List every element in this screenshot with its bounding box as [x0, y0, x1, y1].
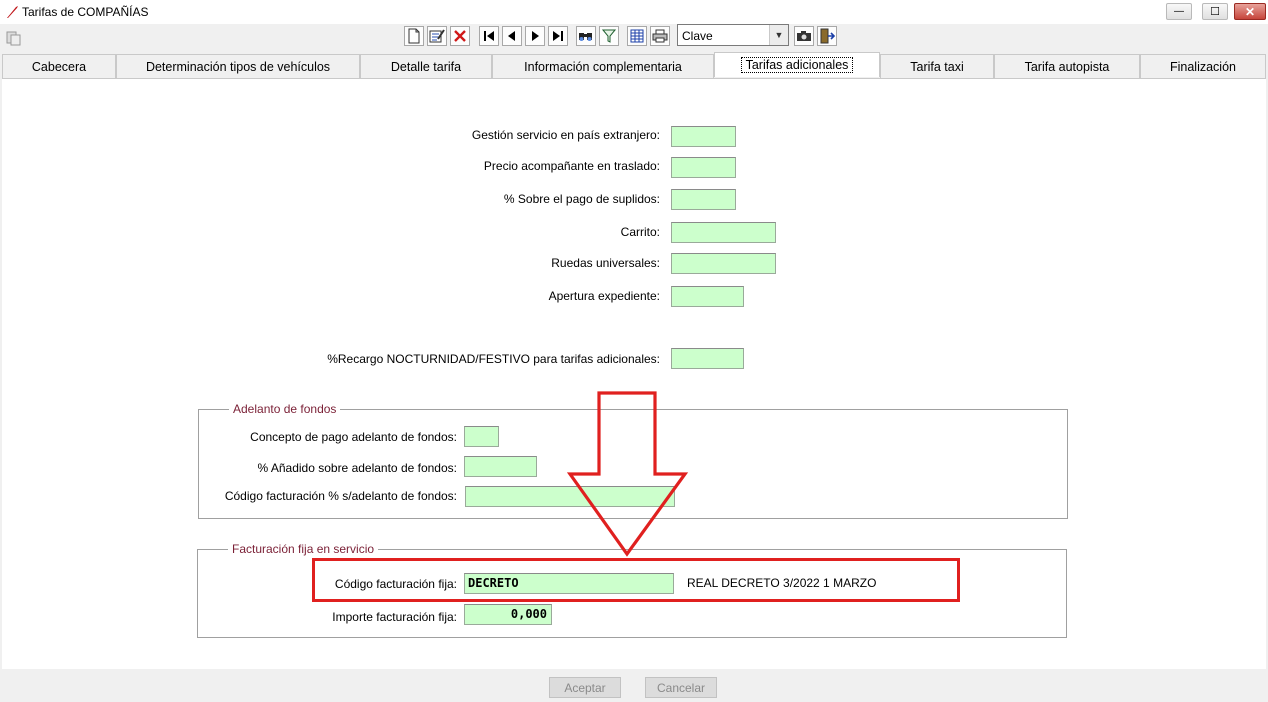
apertura-label: Apertura expediente: — [548, 289, 660, 303]
tab-determinacion-vehiculos[interactable]: Determinación tipos de vehículos — [116, 54, 360, 78]
exit-icon — [820, 28, 835, 44]
tab-label: Detalle tarifa — [390, 59, 462, 74]
filter-button[interactable] — [599, 26, 619, 46]
tab-tarifa-autopista[interactable]: Tarifa autopista — [994, 54, 1140, 78]
chevron-down-icon[interactable]: ▼ — [769, 25, 788, 45]
close-button[interactable]: ✕ — [1234, 3, 1266, 20]
window-title: Tarifas de COMPAÑÍAS — [22, 5, 149, 19]
accept-label: Aceptar — [564, 680, 606, 695]
cancel-button[interactable]: Cancelar — [645, 677, 717, 698]
tab-label: Tarifa taxi — [910, 59, 964, 74]
gestion-field[interactable] — [671, 126, 736, 147]
title-bar: Tarifas de COMPAÑÍAS — ☐ ✕ — [0, 0, 1268, 25]
tab-label: Determinación tipos de vehículos — [145, 59, 331, 74]
next-record-icon — [532, 31, 539, 41]
previous-record-icon — [508, 31, 515, 41]
order-select[interactable]: Clave ▼ — [677, 24, 789, 46]
gestion-label: Gestión servicio en país extranjero: — [471, 128, 660, 142]
exit-button[interactable] — [817, 26, 837, 46]
app-logo-icon — [7, 6, 18, 18]
camera-icon — [797, 31, 811, 41]
adelanto-fondos-legend: Adelanto de fondos — [233, 402, 337, 416]
side-menu-icon — [6, 31, 21, 46]
order-select-value: Clave — [682, 29, 713, 43]
facturacion-importe-field[interactable]: 0,000 — [464, 604, 552, 625]
acompanante-label: Precio acompañante en traslado: — [483, 159, 660, 173]
maximize-button[interactable]: ☐ — [1202, 3, 1228, 20]
ruedas-label: Ruedas universales: — [551, 256, 660, 270]
recargo-field[interactable] — [671, 348, 744, 369]
tab-label: Tarifas adicionales — [740, 57, 854, 73]
previous-record-button[interactable] — [502, 26, 522, 46]
first-record-icon — [484, 31, 494, 41]
grid-view-icon — [630, 29, 644, 43]
close-icon: ✕ — [1244, 4, 1256, 19]
suplidos-label: % Sobre el pago de suplidos: — [503, 192, 660, 206]
adelanto-codigo-label: Código facturación % s/adelanto de fondo… — [224, 489, 457, 503]
adelanto-anadido-field[interactable] — [464, 456, 537, 477]
tab-label: Finalización — [1169, 59, 1236, 74]
edit-record-icon — [429, 29, 445, 43]
tab-tarifa-taxi[interactable]: Tarifa taxi — [880, 54, 994, 78]
first-record-button[interactable] — [479, 26, 499, 46]
adelanto-anadido-label: % Añadido sobre adelanto de fondos: — [257, 461, 458, 475]
tab-label: Información complementaria — [524, 59, 682, 74]
delete-record-button[interactable] — [450, 26, 470, 46]
recargo-label: %Recargo NOCTURNIDAD/FESTIVO para tarifa… — [327, 352, 660, 366]
tab-strip: Cabecera Determinación tipos de vehículo… — [0, 52, 1268, 78]
tab-informacion-complementaria[interactable]: Información complementaria — [492, 54, 714, 78]
apertura-field[interactable] — [671, 286, 744, 307]
edit-record-button[interactable] — [427, 26, 447, 46]
camera-button[interactable] — [794, 26, 814, 46]
minimize-icon: — — [1174, 6, 1184, 17]
highlight-box — [312, 558, 960, 602]
cancel-label: Cancelar — [656, 680, 706, 695]
tab-detalle-tarifa[interactable]: Detalle tarifa — [360, 54, 492, 78]
search-icon — [579, 33, 592, 41]
maximize-icon: ☐ — [1210, 6, 1220, 18]
tab-finalizacion[interactable]: Finalización — [1140, 54, 1266, 78]
tab-cabecera[interactable]: Cabecera — [2, 54, 116, 78]
accept-button[interactable]: Aceptar — [549, 677, 621, 698]
last-record-icon — [553, 31, 563, 41]
last-record-button[interactable] — [548, 26, 568, 46]
print-button[interactable] — [650, 26, 670, 46]
new-record-icon — [408, 28, 420, 44]
new-record-button[interactable] — [404, 26, 424, 46]
carrito-field[interactable] — [671, 222, 776, 243]
grid-view-button[interactable] — [627, 26, 647, 46]
carrito-label: Carrito: — [620, 225, 660, 239]
facturacion-fija-legend: Facturación fija en servicio — [232, 542, 375, 556]
toolbar: Clave ▼ — [0, 24, 1268, 52]
suplidos-field[interactable] — [671, 189, 736, 210]
delete-record-icon — [454, 30, 466, 42]
tab-label: Tarifa autopista — [1024, 59, 1110, 74]
search-button[interactable] — [576, 26, 596, 46]
facturacion-importe-label: Importe facturación fija: — [332, 610, 457, 624]
filter-icon — [602, 29, 616, 43]
side-menu-button[interactable] — [4, 28, 24, 48]
acompanante-field[interactable] — [671, 157, 736, 178]
adelanto-concepto-label: Concepto de pago adelanto de fondos: — [250, 430, 457, 444]
adelanto-concepto-field[interactable] — [464, 426, 499, 447]
next-record-button[interactable] — [525, 26, 545, 46]
print-icon — [652, 29, 668, 43]
tab-tarifas-adicionales[interactable]: Tarifas adicionales — [714, 52, 880, 77]
tab-label: Cabecera — [31, 59, 87, 74]
minimize-button[interactable]: — — [1166, 3, 1192, 20]
ruedas-field[interactable] — [671, 253, 776, 274]
annotation-arrow-icon — [566, 391, 689, 557]
